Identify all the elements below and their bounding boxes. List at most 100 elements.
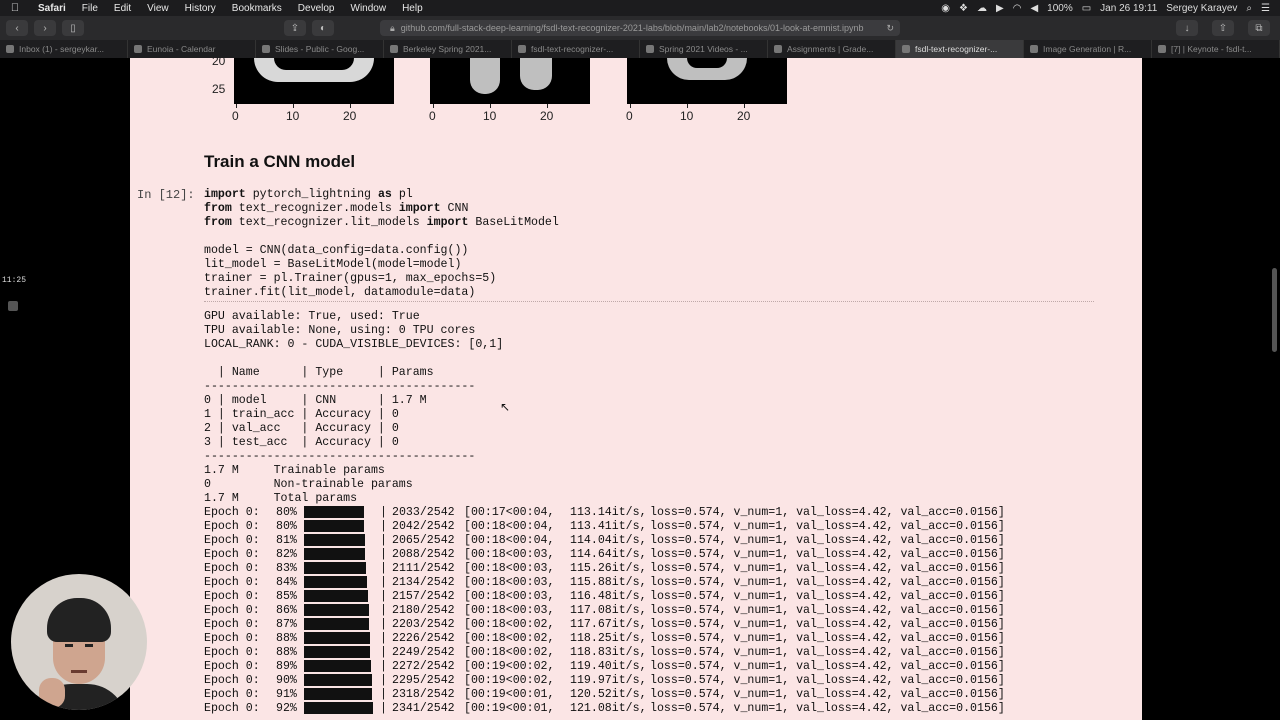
x-tick-mark	[350, 104, 351, 108]
progress-row: Epoch 0: 83% | 2111/2542 [00:18<00:03, 115.26…	[204, 562, 1084, 576]
progress-metrics: loss=0.574, v_num=1, val_loss=4.42, val_…	[650, 534, 1005, 547]
code-line: trainer.fit(lit_model, datamodule=data)	[204, 286, 476, 299]
tab-inbox[interactable]: Inbox (1) - sergeykar...	[0, 40, 128, 58]
extension-button[interactable]: ◐	[312, 20, 334, 36]
progress-time: [00:19<00:01,	[464, 688, 555, 701]
menu-window[interactable]: Window	[343, 3, 395, 14]
progress-time: [00:18<00:03,	[464, 548, 555, 561]
progress-time: [00:18<00:02,	[464, 618, 555, 631]
menu-history[interactable]: History	[177, 3, 224, 14]
tab-berkeley[interactable]: Berkeley Spring 2021...	[384, 40, 512, 58]
share-page-button[interactable]: ⇧	[1212, 20, 1234, 36]
output-line: 0 Non-trainable params	[204, 478, 413, 491]
code-line: import pytorch_lightning as pl	[204, 188, 413, 201]
search-icon[interactable]: ⌕	[1246, 3, 1252, 14]
stop-recording-icon[interactable]	[8, 301, 18, 311]
progress-bar-fill	[304, 576, 367, 588]
share-button[interactable]: ⇪	[284, 20, 306, 36]
progress-step: 2088/2542	[392, 548, 455, 561]
progress-time: [00:18<00:04,	[464, 520, 555, 533]
output-line: ---------------------------------------	[204, 450, 476, 463]
play-icon[interactable]: ▶	[996, 3, 1004, 14]
menu-help[interactable]: Help	[394, 3, 431, 14]
apple-menu-icon[interactable]: 	[0, 2, 30, 14]
keynote-icon	[1158, 45, 1166, 53]
cloud-icon[interactable]: ☁	[977, 3, 987, 14]
progress-row: Epoch 0: 88% | 2249/2542 [00:18<00:02, 118.83…	[204, 646, 1084, 660]
progress-percent: 80%	[276, 506, 297, 519]
progress-bar	[304, 548, 379, 560]
menu-bookmarks[interactable]: Bookmarks	[224, 3, 290, 14]
progress-bar	[304, 674, 379, 686]
tab-label: Assignments | Grade...	[787, 44, 874, 54]
back-button[interactable]: ‹	[6, 20, 28, 36]
progress-bar	[304, 646, 379, 658]
progress-separator: |	[380, 562, 387, 575]
tab-calendar[interactable]: Eunoia - Calendar	[128, 40, 256, 58]
code-text: text_recognizer.models	[231, 202, 399, 215]
tab-image-generation[interactable]: Image Generation | R...	[1024, 40, 1152, 58]
progress-row: Epoch 0: 84% | 2134/2542 [00:18<00:03, 115.88…	[204, 576, 1084, 590]
keyword: import	[426, 216, 469, 229]
menu-file[interactable]: File	[74, 3, 106, 14]
epoch-label: Epoch 0:	[204, 604, 260, 617]
battery-icon[interactable]: ▭	[1082, 3, 1091, 14]
page-scrollbar[interactable]	[1272, 268, 1277, 352]
x-tick-label: 10	[680, 109, 694, 123]
reload-icon[interactable]: ↻	[886, 23, 894, 34]
battery-percent[interactable]: 100%	[1047, 3, 1073, 14]
section-heading: Train a CNN model	[204, 152, 356, 171]
favicon-icon	[390, 45, 398, 53]
code-text: BaseLitModel	[468, 216, 559, 229]
tab-keynote[interactable]: [7] | Keynote - fsdl-t...	[1152, 40, 1280, 58]
progress-row: Epoch 0: 92% | 2341/2542 [00:19<00:01, 121.08…	[204, 702, 1084, 716]
menu-edit[interactable]: Edit	[106, 3, 139, 14]
y-tick-label: 25	[212, 82, 226, 96]
progress-bar	[304, 604, 379, 616]
downloads-button[interactable]: ↓	[1176, 20, 1198, 36]
menu-develop[interactable]: Develop	[290, 3, 343, 14]
progress-bar-fill	[304, 674, 372, 686]
control-center-icon[interactable]: ☰	[1261, 3, 1270, 14]
progress-separator: |	[380, 702, 387, 715]
progress-percent: 81%	[276, 534, 297, 547]
wifi-icon[interactable]: ◠	[1013, 3, 1022, 14]
url-bar[interactable]: 🔒︎ github.com/full-stack-deep-learning/f…	[380, 20, 900, 36]
progress-metrics: loss=0.574, v_num=1, val_loss=4.42, val_…	[650, 674, 1005, 687]
sidebar-toggle-button[interactable]: ▯	[62, 20, 84, 36]
progress-time: [00:18<00:02,	[464, 646, 555, 659]
tabs-overview-button[interactable]: ⧉	[1248, 20, 1270, 36]
digit-image	[234, 58, 394, 104]
progress-bar	[304, 534, 379, 546]
forward-button[interactable]: ›	[34, 20, 56, 36]
notebook-page[interactable]: 20 25 0 10 20 0 10 20 0 10 20 Train a CN…	[130, 58, 1142, 720]
output-line: LOCAL_RANK: 0 - CUDA_VISIBLE_DEVICES: [0…	[204, 338, 504, 351]
progress-rate: 120.52it/s,	[570, 688, 647, 701]
progress-step: 2318/2542	[392, 688, 455, 701]
lock-icon: 🔒︎	[390, 22, 395, 33]
epoch-label: Epoch 0:	[204, 534, 260, 547]
digit-stroke	[687, 58, 727, 68]
tab-videos[interactable]: Spring 2021 Videos - ...	[640, 40, 768, 58]
tab-fsdl-active[interactable]: fsdl-text-recognizer-...	[896, 40, 1024, 58]
code-line: lit_model = BaseLitModel(model=model)	[204, 258, 462, 271]
x-tick-mark	[687, 104, 688, 108]
progress-percent: 86%	[276, 604, 297, 617]
tab-assignments[interactable]: Assignments | Grade...	[768, 40, 896, 58]
tab-fsdl-1[interactable]: fsdl-text-recognizer-...	[512, 40, 640, 58]
menu-view[interactable]: View	[139, 3, 177, 14]
clock-datetime[interactable]: Jan 26 19:11	[1100, 3, 1157, 14]
tab-slides[interactable]: Slides - Public - Goog...	[256, 40, 384, 58]
chevron-left-icon: ‹	[15, 22, 19, 34]
status-icon[interactable]: ◉	[941, 3, 950, 14]
menu-app-safari[interactable]: Safari	[30, 3, 74, 14]
dropbox-icon[interactable]: ❖	[959, 3, 968, 14]
volume-icon[interactable]: ◀	[1030, 3, 1038, 14]
x-tick-mark	[236, 104, 237, 108]
progress-bar	[304, 506, 379, 518]
tab-label: Slides - Public - Goog...	[275, 44, 365, 54]
user-name[interactable]: Sergey Karayev	[1166, 3, 1237, 14]
progress-percent: 82%	[276, 548, 297, 561]
shield-icon: ◐	[319, 22, 327, 34]
output-line: 0 | model | CNN | 1.7 M	[204, 394, 427, 407]
